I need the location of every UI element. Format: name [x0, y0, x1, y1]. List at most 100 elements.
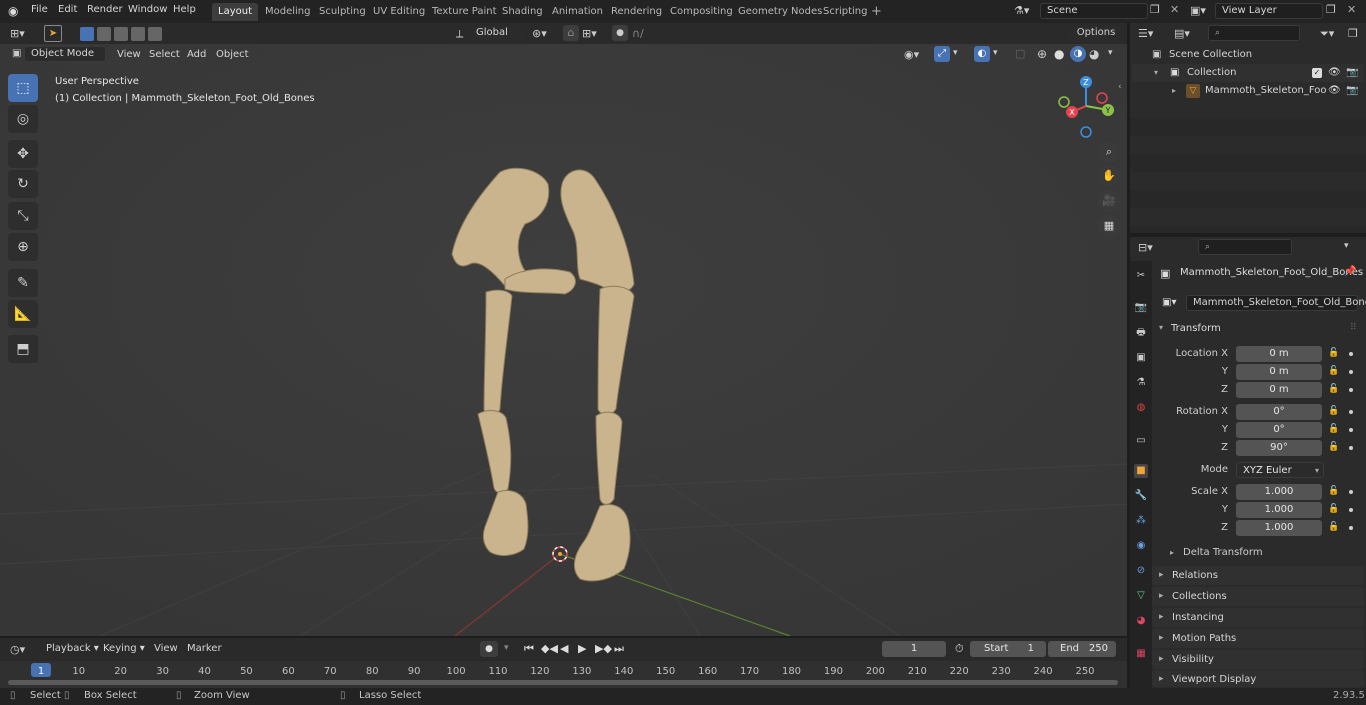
record-dropdown-icon[interactable]: ▾ — [504, 643, 509, 653]
visibility-icon[interactable]: ◉▾ — [904, 48, 919, 61]
select-new-icon[interactable] — [80, 27, 94, 41]
tab-rendering[interactable]: Rendering — [605, 3, 668, 21]
next-keyframe-icon[interactable]: ▶◆ — [595, 642, 612, 655]
data-tab-icon[interactable]: ▽ — [1134, 589, 1148, 603]
pivot-icon[interactable]: ⊛▾ — [532, 27, 547, 40]
tab-layout[interactable]: Layout — [212, 3, 258, 21]
overlay-dropdown-icon[interactable]: ▾ — [993, 48, 998, 58]
properties-editor-icon[interactable]: ⊟▾ — [1138, 241, 1153, 254]
scale-z-keyframe-icon[interactable] — [1349, 526, 1353, 530]
scale-z-lock-icon[interactable]: 🔓 — [1328, 522, 1339, 532]
scene-tab-icon[interactable]: ⚗ — [1134, 376, 1148, 390]
object-datablock-icon[interactable]: ▣▾ — [1162, 297, 1176, 308]
view-layer-icon[interactable]: ▣▾ — [1190, 4, 1206, 17]
view-layer-tab-icon[interactable]: ▣ — [1134, 351, 1148, 365]
rotation-y-field[interactable]: 0° — [1236, 422, 1322, 438]
select-extend-icon[interactable] — [97, 27, 111, 41]
timeline-menu-view[interactable]: View — [154, 643, 178, 654]
object-tab-icon[interactable]: ■ — [1134, 464, 1148, 478]
collapse-arrow-icon[interactable]: ▾ — [1154, 64, 1158, 82]
particles-tab-icon[interactable]: ⁂ — [1134, 514, 1148, 528]
section-visibility[interactable]: Visibility — [1152, 650, 1364, 669]
object-name-field[interactable]: Mammoth_Skeleton_Foot_Old_Bones — [1186, 295, 1366, 311]
object-render-icon[interactable]: 📷 — [1346, 82, 1358, 100]
rotation-mode-select[interactable]: XYZ Euler ▾ — [1236, 462, 1324, 478]
rotation-x-field[interactable]: 0° — [1236, 404, 1322, 420]
filter-icon[interactable]: ⏷▾ — [1320, 27, 1334, 41]
play-reverse-icon[interactable]: ◀ — [560, 642, 568, 655]
stopwatch-icon[interactable]: ⏱ — [955, 642, 964, 656]
proportional-edit-icon[interactable]: ● — [612, 25, 628, 41]
location-y-keyframe-icon[interactable] — [1349, 370, 1353, 374]
properties-options-icon[interactable]: ▾ — [1344, 241, 1349, 251]
tool-move[interactable]: ✥ — [8, 140, 38, 168]
material-shading-icon[interactable]: ◑ — [1070, 46, 1086, 62]
new-view-layer-icon[interactable]: ❐ — [1326, 3, 1336, 16]
properties-search-input[interactable]: ⌕ — [1198, 239, 1292, 255]
location-x-lock-icon[interactable]: 🔓 — [1328, 348, 1339, 358]
expand-arrow-icon[interactable]: ▸ — [1172, 82, 1176, 100]
tab-sculpting[interactable]: Sculpting — [313, 3, 372, 21]
tool-transform[interactable]: ⊕ — [8, 233, 38, 261]
rotation-y-keyframe-icon[interactable] — [1349, 428, 1353, 432]
select-invert-icon[interactable] — [131, 27, 145, 41]
timeline-menu-keying[interactable]: Keying ▾ — [103, 643, 145, 654]
solid-shading-icon[interactable]: ● — [1054, 47, 1064, 61]
viewport-menu-object[interactable]: Object — [216, 49, 249, 60]
editor-type-icon[interactable]: ⊞▾ — [10, 27, 25, 40]
location-z-keyframe-icon[interactable] — [1349, 388, 1353, 392]
eye-icon[interactable]: 👁 — [1328, 64, 1341, 82]
section-motion-paths[interactable]: Motion Paths — [1152, 629, 1364, 648]
delete-view-layer-icon[interactable]: ✕ — [1347, 3, 1356, 16]
new-scene-icon[interactable]: ❐ — [1150, 3, 1160, 16]
constraints-tab-icon[interactable]: ⊘ — [1134, 564, 1148, 578]
mode-select[interactable]: Object Mode — [24, 46, 106, 62]
location-y-lock-icon[interactable]: 🔓 — [1328, 366, 1339, 376]
tool-select-box[interactable]: ⬚ — [8, 74, 38, 102]
menu-window[interactable]: Window — [128, 4, 167, 15]
tab-modeling[interactable]: Modeling — [259, 3, 317, 21]
3d-viewport[interactable]: User Perspective (1) Collection | Mammot… — [0, 44, 1127, 636]
jump-start-icon[interactable]: ⏮ — [524, 642, 534, 656]
tab-geometry-nodes[interactable]: Geometry Nodes — [732, 3, 828, 21]
output-tab-icon[interactable]: 🖶 — [1134, 326, 1148, 340]
snap-target-icon[interactable]: ⊞▾ — [582, 27, 597, 40]
tab-compositing[interactable]: Compositing — [664, 3, 739, 21]
timeline-ruler[interactable]: 1 10 20 30 40 50 60 70 80 90 100 110 120 130 140 150 160… — [0, 661, 1127, 688]
render-camera-icon[interactable]: 📷 — [1346, 64, 1358, 82]
viewport-menu-select[interactable]: Select — [149, 49, 180, 60]
scale-x-keyframe-icon[interactable] — [1349, 490, 1353, 494]
outliner-editor-icon[interactable]: ☰▾ — [1138, 27, 1153, 40]
end-frame-field[interactable]: End 250 — [1048, 641, 1116, 657]
tool-annotate[interactable]: ✎ — [8, 269, 38, 297]
transform-panel-header[interactable]: ▾ Transform ⠿ — [1154, 321, 1364, 338]
navigation-gizmo[interactable]: Z Y X — [1052, 72, 1122, 142]
wireframe-shading-icon[interactable]: ⊕ — [1037, 47, 1047, 61]
select-intersect-icon[interactable] — [148, 27, 162, 41]
rotation-y-lock-icon[interactable]: 🔓 — [1328, 424, 1339, 434]
section-collections[interactable]: Collections — [1152, 587, 1364, 606]
rotation-x-lock-icon[interactable]: 🔓 — [1328, 406, 1339, 416]
snap-icon[interactable]: ⌂ — [563, 25, 579, 41]
options-dropdown[interactable]: Options — [1068, 26, 1124, 42]
outliner-row-scene-collection[interactable]: ▣ Scene Collection — [1132, 46, 1364, 64]
object-eye-icon[interactable]: 👁 — [1328, 82, 1341, 100]
start-frame-field[interactable]: Start 1 — [970, 641, 1046, 657]
viewport-menu-add[interactable]: Add — [187, 49, 206, 60]
transform-orientation-select[interactable]: Global — [470, 26, 524, 42]
jump-end-icon[interactable]: ⏭ — [614, 642, 624, 656]
scale-x-field[interactable]: 1.000 — [1236, 484, 1322, 500]
tool-tab-icon[interactable]: ✂ — [1134, 269, 1148, 283]
scale-z-field[interactable]: 1.000 — [1236, 520, 1322, 536]
delete-scene-icon[interactable]: ✕ — [1170, 3, 1179, 16]
viewport-menu-view[interactable]: View — [117, 49, 141, 60]
camera-view-button[interactable]: 🎥 — [1098, 190, 1120, 212]
physics-tab-icon[interactable]: ◉ — [1134, 539, 1148, 553]
new-collection-icon[interactable]: ❐ — [1348, 27, 1358, 40]
location-x-field[interactable]: 0 m — [1236, 346, 1322, 362]
rotation-x-keyframe-icon[interactable] — [1349, 410, 1353, 414]
outliner-search-input[interactable]: ⌕ — [1208, 25, 1300, 41]
view-layer-field[interactable]: View Layer — [1215, 3, 1323, 19]
editor-type-3d-icon[interactable]: ▣ — [12, 48, 21, 59]
overlay-toggle-icon[interactable]: ◐ — [974, 46, 990, 62]
